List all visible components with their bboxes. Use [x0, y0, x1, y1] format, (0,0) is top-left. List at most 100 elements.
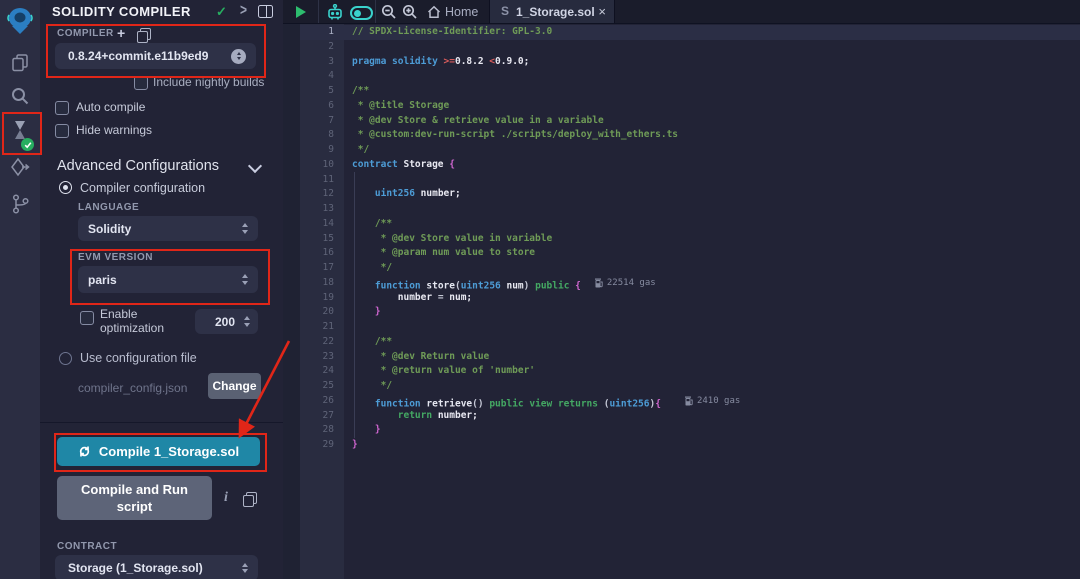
code-line[interactable]: 20 } [283, 305, 1080, 320]
code-line[interactable]: 18 function store(uint256 num) public {2… [283, 276, 1080, 291]
info-icon[interactable]: i [224, 490, 228, 506]
deploy-run-icon[interactable] [0, 152, 40, 184]
evm-version-select[interactable]: paris [78, 266, 258, 293]
code-line[interactable]: 8 * @custom:dev-run-script ./scripts/dep… [283, 128, 1080, 143]
language-value: Solidity [88, 222, 131, 236]
code-line[interactable]: 11 [283, 173, 1080, 188]
code-line[interactable]: 13 [283, 202, 1080, 217]
code-text: */ [344, 143, 369, 158]
code-line[interactable]: 3pragma solidity >=0.8.2 <0.9.0; [283, 55, 1080, 70]
change-config-button[interactable]: Change [208, 373, 261, 399]
code-line[interactable]: 19 number = num; [283, 291, 1080, 306]
panel-divider [40, 422, 283, 423]
code-line[interactable]: 1// SPDX-License-Identifier: GPL-3.0 [283, 25, 1080, 40]
contract-select[interactable]: Storage (1_Storage.sol) [55, 555, 258, 579]
code-line[interactable]: 29} [283, 438, 1080, 453]
nightly-builds-checkbox[interactable] [134, 76, 148, 90]
compile-success-check-icon: ✓ [216, 4, 227, 20]
line-number: 28 [283, 423, 344, 438]
add-compiler-icon[interactable]: + [117, 27, 125, 39]
code-text: * @title Storage [344, 99, 449, 114]
git-icon[interactable] [0, 188, 40, 220]
compile-button-label: Compile 1_Storage.sol [99, 444, 239, 459]
code-line[interactable]: 21 [283, 320, 1080, 335]
contract-value: Storage (1_Storage.sol) [68, 561, 203, 575]
activity-bar [0, 0, 40, 579]
code-line[interactable]: 6 * @title Storage [283, 99, 1080, 114]
ai-assistant-robot-icon[interactable] [326, 4, 344, 21]
auto-compile-label: Auto compile [76, 100, 145, 114]
compiler-configuration-radio[interactable] [59, 181, 72, 194]
code-line[interactable]: 9 */ [283, 143, 1080, 158]
evm-version-label: EVM VERSION [78, 252, 153, 263]
language-select[interactable]: Solidity [78, 216, 258, 241]
line-number: 7 [283, 114, 344, 129]
code-line[interactable]: 14 /** [283, 217, 1080, 232]
enable-optimization-checkbox[interactable] [80, 311, 94, 325]
code-line[interactable]: 26 function retrieve() public view retur… [283, 394, 1080, 409]
code-line[interactable]: 12 uint256 number; [283, 187, 1080, 202]
pin-panel-icon[interactable] [258, 5, 273, 18]
advanced-configurations-title[interactable]: Advanced Configurations [57, 158, 219, 174]
config-file-name: compiler_config.json [78, 381, 187, 395]
search-icon[interactable] [0, 80, 40, 112]
home-icon[interactable] [427, 5, 441, 19]
code-line[interactable]: 27 return number; [283, 409, 1080, 424]
copy-compiler-icon[interactable] [140, 28, 151, 40]
line-number: 17 [283, 261, 344, 276]
tab-label: 1_Storage.sol [516, 5, 595, 19]
line-number: 3 [283, 55, 344, 70]
compile-and-run-button[interactable]: Compile and Run script [57, 476, 212, 520]
chevron-down-icon[interactable] [248, 159, 262, 173]
code-line[interactable]: 10contract Storage { [283, 158, 1080, 173]
ai-toggle-icon[interactable] [350, 6, 373, 20]
code-line[interactable]: 16 * @param num value to store [283, 246, 1080, 261]
compiler-version-select[interactable]: 0.8.24+commit.e11b9ed9 [55, 43, 256, 69]
compiler-version-value: 0.8.24+commit.e11b9ed9 [68, 49, 208, 63]
code-line[interactable]: 22 /** [283, 335, 1080, 350]
code-text: */ [344, 261, 392, 276]
optimization-runs-input[interactable]: 200 [195, 309, 258, 334]
code-line[interactable]: 2 [283, 40, 1080, 55]
remix-logo-glyph [7, 6, 33, 36]
code-text [344, 40, 352, 55]
line-number: 20 [283, 305, 344, 320]
line-number: 13 [283, 202, 344, 217]
use-configuration-file-radio[interactable] [59, 352, 72, 365]
enable-optimization-label: Enable optimization [100, 307, 184, 335]
close-tab-icon[interactable]: × [598, 4, 606, 19]
line-number: 4 [283, 69, 344, 84]
zoom-in-icon[interactable] [402, 4, 418, 20]
code-line[interactable]: 25 */ [283, 379, 1080, 394]
line-number: 2 [283, 40, 344, 55]
solidity-compiler-icon[interactable] [0, 113, 40, 149]
zoom-out-icon[interactable] [381, 4, 397, 20]
file-explorer-icon[interactable] [0, 46, 40, 78]
hide-warnings-checkbox[interactable] [55, 124, 69, 138]
home-tab-label[interactable]: Home [445, 5, 478, 19]
code-text: * @return value of 'number' [344, 364, 535, 379]
tab-1-storage-sol[interactable]: S 1_Storage.sol × [489, 0, 615, 23]
code-line[interactable]: 15 * @dev Store value in variable [283, 232, 1080, 247]
line-number: 14 [283, 217, 344, 232]
line-number: 8 [283, 128, 344, 143]
chevron-right-icon[interactable]: > [240, 1, 247, 19]
remix-logo-icon[interactable] [0, 3, 40, 39]
code-editor[interactable]: 1// SPDX-License-Identifier: GPL-3.023pr… [283, 24, 1080, 579]
compile-button[interactable]: Compile 1_Storage.sol [57, 437, 260, 466]
code-text: * @custom:dev-run-script ./scripts/deplo… [344, 128, 678, 143]
code-line[interactable]: 24 * @return value of 'number' [283, 364, 1080, 379]
code-line[interactable]: 17 */ [283, 261, 1080, 276]
code-line[interactable]: 5/** [283, 84, 1080, 99]
code-line[interactable]: 23 * @dev Return value [283, 350, 1080, 365]
copy-icon[interactable] [246, 492, 257, 504]
code-line[interactable]: 4 [283, 69, 1080, 84]
nightly-builds-label: Include nightly builds [153, 75, 264, 89]
auto-compile-checkbox[interactable] [55, 101, 69, 115]
line-number: 10 [283, 158, 344, 173]
code-text: /** [344, 84, 369, 99]
code-line[interactable]: 7 * @dev Store & retrieve value in a var… [283, 114, 1080, 129]
select-stepper-icon [244, 316, 250, 327]
run-script-play-icon[interactable] [296, 6, 306, 18]
code-line[interactable]: 28 } [283, 423, 1080, 438]
